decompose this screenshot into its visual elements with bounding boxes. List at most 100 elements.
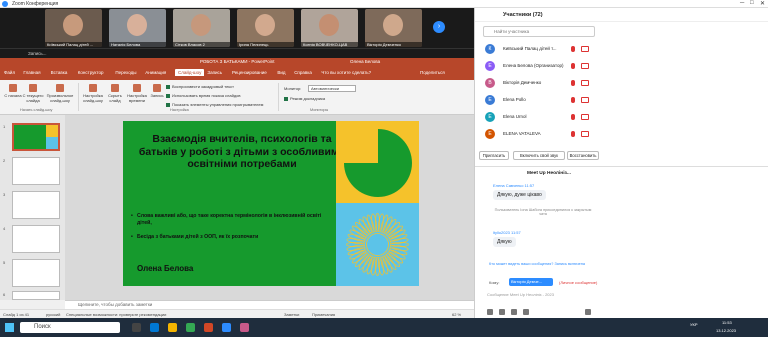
ribbon-tab[interactable]: Что вы хотите сделать? bbox=[321, 70, 371, 75]
send-icon[interactable] bbox=[585, 309, 591, 315]
show-media-controls-checkbox[interactable]: Показать элементы управления проигрывате… bbox=[166, 102, 263, 107]
notes-placeholder: Щелкните, чтобы добавить заметки bbox=[78, 302, 153, 307]
avatar: В bbox=[485, 78, 495, 88]
participant-row[interactable]: E Elena Pollo bbox=[481, 93, 599, 108]
slide-thumbnail[interactable] bbox=[12, 191, 60, 219]
participant-row[interactable]: Е Елена Белова (Организатор) bbox=[481, 59, 599, 74]
ribbon-tab[interactable]: Вид bbox=[277, 70, 285, 75]
slide-number: 6 bbox=[3, 292, 6, 297]
clock-date[interactable]: 13.12.2023 bbox=[716, 328, 736, 333]
participant-search-input[interactable]: Найти участника bbox=[483, 26, 595, 37]
ribbon-tab[interactable]: Анимация bbox=[145, 70, 166, 75]
privacy-note[interactable]: Кто может видеть ваши сообщения? Запись … bbox=[489, 262, 599, 267]
unmute-button[interactable]: Включить свой звук bbox=[513, 151, 565, 160]
participant-row[interactable]: E Elena Urnol bbox=[481, 110, 599, 125]
emoji-icon[interactable] bbox=[523, 309, 529, 315]
ribbon-tab[interactable]: Справка bbox=[294, 70, 312, 75]
camera-off-icon bbox=[581, 131, 589, 137]
participants-header: Участники (72) bbox=[475, 8, 768, 22]
close-icon[interactable]: ✕ bbox=[760, 0, 765, 7]
rehearse-timings-button[interactable]: Настройка времени bbox=[126, 84, 148, 103]
accessibility-status[interactable]: Специальные возможности: проверьте реком… bbox=[66, 312, 166, 317]
participant-name: Elena Pollo bbox=[503, 97, 526, 102]
next-page-icon[interactable]: › bbox=[433, 21, 445, 33]
play-narrations-checkbox[interactable]: Воспроизвести закадровый текст bbox=[166, 84, 234, 89]
file-icon[interactable] bbox=[499, 309, 505, 315]
slide-thumbnail[interactable] bbox=[12, 291, 60, 300]
camera-off-icon bbox=[581, 97, 589, 103]
from-beginning-button[interactable]: С начала bbox=[2, 84, 24, 98]
ribbon-tab[interactable]: Главная bbox=[23, 70, 40, 75]
video-tile[interactable]: Київський Палац дітей ... bbox=[45, 9, 102, 47]
custom-show-button[interactable]: Произвольное слайд-шоу bbox=[46, 84, 74, 103]
language-status[interactable]: русский bbox=[46, 312, 60, 317]
ribbon-divider bbox=[78, 83, 79, 111]
notes-pane[interactable]: Щелкните, чтобы добавить заметки bbox=[65, 300, 474, 309]
search-placeholder: Найти участника bbox=[494, 29, 530, 34]
chrome-icon[interactable] bbox=[186, 323, 195, 332]
invite-button[interactable]: Пригласить bbox=[479, 151, 509, 160]
message-text: Дякую bbox=[493, 237, 516, 247]
use-timings-checkbox[interactable]: Использовать время показа слайдов bbox=[166, 93, 241, 98]
participant-row[interactable]: К Київський Палац дітей т... bbox=[481, 42, 599, 57]
participant-row[interactable]: В Вікторія Демченко bbox=[481, 76, 599, 91]
ribbon-tab[interactable]: Запись bbox=[207, 70, 222, 75]
ribbon-tab[interactable]: Рецензирование bbox=[232, 70, 267, 75]
comments-toggle[interactable]: Примечания bbox=[312, 312, 335, 317]
chat-input[interactable]: Сообщение Meet Up Неолініз - 2023 bbox=[487, 292, 554, 297]
ribbon: С начала С текущего слайда Произвольное … bbox=[0, 80, 474, 115]
record-button[interactable]: Запись bbox=[146, 84, 168, 98]
notes-toggle[interactable]: Заметки bbox=[284, 312, 299, 317]
slide-thumbnail[interactable] bbox=[12, 259, 60, 287]
participant-face bbox=[383, 14, 403, 36]
video-tile[interactable]: Вікторія Демченко bbox=[365, 9, 422, 47]
windows-start-icon[interactable] bbox=[5, 323, 14, 332]
video-tile[interactable]: Сітков Власов 2 bbox=[173, 9, 230, 47]
ribbon-tab[interactable]: Слайд-шоу bbox=[175, 69, 205, 76]
minimize-icon[interactable]: ─ bbox=[740, 0, 744, 6]
ribbon-tab[interactable]: Конструктор bbox=[78, 70, 104, 75]
zoom-level[interactable]: 62 % bbox=[452, 312, 461, 317]
task-view-icon[interactable] bbox=[132, 323, 141, 332]
zoom-icon[interactable] bbox=[222, 323, 231, 332]
video-tile[interactable]: Ксенія ВОВЧЕНКО-ЦАВ bbox=[301, 9, 358, 47]
mic-muted-icon bbox=[571, 131, 575, 137]
video-tile[interactable]: Ірина Пелипець bbox=[237, 9, 294, 47]
format-icon[interactable] bbox=[487, 309, 493, 315]
slide-thumbnail[interactable] bbox=[12, 157, 60, 185]
current-slide[interactable]: Взаємодія вчителів, психологів та батькі… bbox=[123, 121, 419, 286]
ribbon-tab[interactable]: Переходы bbox=[115, 70, 136, 75]
clock-time[interactable]: 11:53 bbox=[722, 320, 732, 325]
maximize-icon[interactable]: □ bbox=[750, 0, 754, 6]
ppt-user-name: Олена Белова bbox=[350, 59, 381, 64]
camera-off-icon bbox=[581, 63, 589, 69]
from-current-button[interactable]: С текущего слайда bbox=[22, 84, 44, 103]
restore-button[interactable]: Восстановить bbox=[567, 151, 599, 160]
edge-icon[interactable] bbox=[150, 323, 159, 332]
share-button[interactable]: Поделиться bbox=[420, 70, 445, 75]
video-tile[interactable]: Наталія Белова bbox=[109, 9, 166, 47]
slide-thumbnail[interactable] bbox=[12, 225, 60, 253]
monitor-select[interactable]: Автоматически bbox=[308, 85, 356, 92]
taskbar-search[interactable]: Поиск bbox=[20, 322, 120, 333]
ribbon-tab[interactable]: Файл bbox=[4, 70, 15, 75]
explorer-icon[interactable] bbox=[168, 323, 177, 332]
app-icon[interactable] bbox=[240, 323, 249, 332]
keyboard-language[interactable]: УКР bbox=[690, 322, 698, 327]
presenter-view-checkbox[interactable]: Режим докладчика bbox=[284, 96, 325, 101]
screenshot-icon[interactable] bbox=[511, 309, 517, 315]
setup-show-button[interactable]: Настройка слайд-шоу bbox=[82, 84, 104, 103]
slide-number: 4 bbox=[3, 226, 6, 231]
powerpoint-icon[interactable] bbox=[204, 323, 213, 332]
slide-thumbnail[interactable] bbox=[12, 123, 60, 151]
participant-name: Елена Белова (Организатор) bbox=[503, 63, 564, 68]
message-sender: ltyllo2023 11:57 bbox=[493, 230, 521, 235]
hide-slide-button[interactable]: Скрыть слайд bbox=[104, 84, 126, 103]
ribbon-tab[interactable]: Вставка bbox=[51, 70, 68, 75]
zoom-side-panel: Участники (72) Найти участника К Київськи… bbox=[474, 8, 768, 318]
participant-row[interactable]: E ELENA VATALEVA bbox=[481, 127, 599, 142]
recipient-select[interactable]: Вікторія Демче... bbox=[509, 278, 553, 286]
camera-off-icon bbox=[581, 80, 589, 86]
avatar: E bbox=[485, 112, 495, 122]
windows-taskbar: Поиск УКР 11:53 13.12.2023 bbox=[0, 318, 768, 337]
